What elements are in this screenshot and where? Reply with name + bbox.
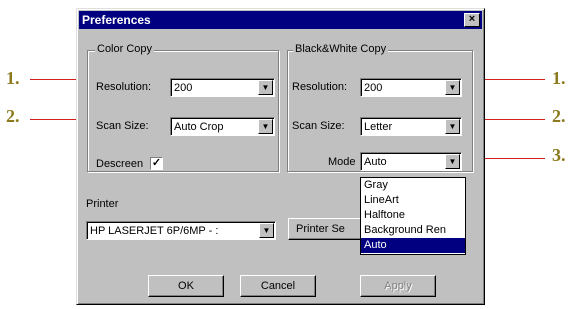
mode-option-lineart[interactable]: LineArt: [361, 193, 465, 208]
chevron-down-icon[interactable]: ▼: [445, 119, 460, 134]
apply-button[interactable]: Apply: [360, 275, 436, 297]
color-resolution-select[interactable]: 200 ▼: [170, 78, 275, 97]
color-resolution-value: 200: [174, 82, 193, 94]
chevron-down-icon[interactable]: ▼: [259, 223, 274, 238]
mode-option-gray[interactable]: Gray: [361, 178, 465, 193]
bw-mode-value: Auto: [364, 156, 387, 168]
color-copy-group: [87, 50, 279, 172]
callout-left-2: 2.: [6, 106, 20, 126]
chevron-down-icon[interactable]: ▼: [258, 80, 273, 95]
mode-option-halftone[interactable]: Halftone: [361, 208, 465, 223]
color-scan-size-select[interactable]: Auto Crop ▼: [170, 117, 275, 136]
printer-setup-button[interactable]: Printer Se: [288, 218, 364, 240]
mode-option-auto[interactable]: Auto: [361, 238, 465, 253]
bw-scan-size-value: Letter: [364, 121, 393, 133]
bw-copy-group-label: Black&White Copy: [293, 43, 389, 56]
bw-mode-label: Mode: [328, 156, 356, 168]
bw-resolution-value: 200: [364, 82, 383, 94]
close-icon[interactable]: ×: [464, 13, 480, 27]
color-scan-size-label: Scan Size:: [96, 120, 149, 132]
callout-right-1: 1.: [552, 68, 566, 88]
chevron-down-icon[interactable]: ▼: [258, 119, 273, 134]
window-title: Preferences: [82, 13, 151, 27]
bw-scan-size-label: Scan Size:: [292, 120, 345, 132]
title-bar: Preferences ×: [79, 11, 482, 29]
mode-option-background-removal[interactable]: Background Ren: [361, 223, 465, 238]
bw-resolution-select[interactable]: 200 ▼: [360, 78, 462, 97]
callout-left-1: 1.: [6, 68, 20, 88]
color-resolution-label: Resolution:: [96, 81, 152, 93]
descreen-label: Descreen: [96, 158, 144, 170]
color-copy-group-label: Color Copy: [95, 43, 155, 56]
bw-resolution-label: Resolution:: [292, 81, 348, 93]
printer-value: HP LASERJET 6P/6MP - :: [90, 225, 219, 237]
color-scan-size-value: Auto Crop: [174, 121, 224, 133]
bw-mode-select[interactable]: Auto ▼: [360, 152, 462, 171]
callout-right-2: 2.: [552, 106, 566, 126]
descreen-checkbox[interactable]: ✓: [150, 157, 163, 170]
ok-button[interactable]: OK: [148, 275, 224, 297]
printer-select[interactable]: HP LASERJET 6P/6MP - : ▼: [86, 221, 276, 240]
bw-scan-size-select[interactable]: Letter ▼: [360, 117, 462, 136]
chevron-down-icon[interactable]: ▼: [445, 154, 460, 169]
callout-right-3: 3.: [552, 145, 566, 165]
mode-dropdown-list: Gray LineArt Halftone Background Ren Aut…: [360, 177, 466, 255]
chevron-down-icon[interactable]: ▼: [445, 80, 460, 95]
printer-label: Printer: [86, 198, 119, 210]
cancel-button[interactable]: Cancel: [240, 275, 316, 297]
